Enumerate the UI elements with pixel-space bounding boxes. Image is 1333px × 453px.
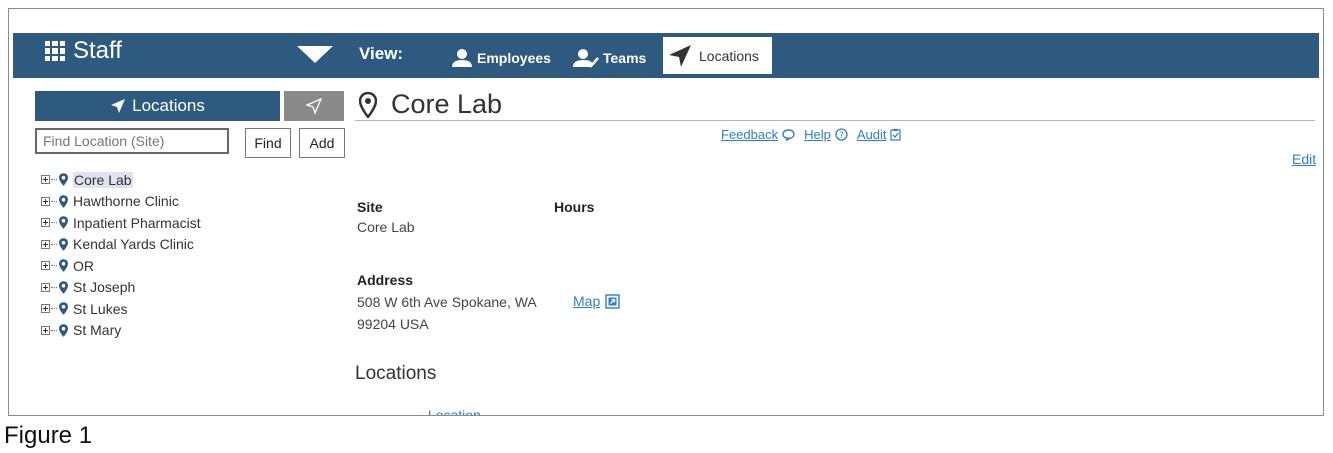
tree-item-label: Hawthorne Clinic	[73, 193, 179, 210]
help-link[interactable]: Help	[804, 127, 831, 142]
tab-locations-label: Locations	[699, 47, 759, 64]
map-link-label: Map	[573, 293, 601, 309]
utility-links: Feedback Help ? Audit	[721, 127, 910, 142]
location-arrow-icon	[669, 44, 691, 67]
app-title: Staff	[73, 37, 122, 64]
map-link[interactable]: Map	[573, 293, 620, 309]
figure-caption: Figure 1	[4, 422, 93, 449]
locations-heading: Locations	[355, 363, 437, 384]
view-label: View:	[359, 44, 404, 63]
tree-item-inpatient-pharmacist[interactable]: Inpatient Pharmacist	[41, 212, 201, 234]
tree-item-label: Kendal Yards Clinic	[73, 236, 194, 253]
sort-up-icon: ▲	[419, 412, 428, 415]
tree-item-st-lukes[interactable]: St Lukes	[41, 298, 201, 320]
tab-teams-label: Teams	[603, 50, 647, 66]
grid-icon	[45, 41, 65, 61]
expand-icon[interactable]	[41, 304, 50, 314]
location-column-header[interactable]: ▲Location	[419, 407, 481, 416]
tab-employees-label: Employees	[477, 50, 551, 66]
tree-item-label: St Lukes	[73, 300, 128, 317]
svg-text:?: ?	[839, 131, 844, 141]
expand-icon[interactable]	[41, 282, 50, 292]
tab-teams[interactable]: Teams	[573, 41, 646, 75]
edit-link[interactable]: Edit	[1292, 151, 1316, 167]
find-button[interactable]: Find	[245, 128, 291, 158]
speech-bubble-icon[interactable]	[782, 128, 795, 141]
tree-item-label: OR	[73, 257, 94, 274]
app-frame: Staff View: Employees Teams Locations Lo…	[8, 8, 1324, 416]
map-pin-icon	[59, 323, 68, 337]
location-tree: Core Lab Hawthorne Clinic Inpatient Phar…	[41, 169, 201, 341]
expand-icon[interactable]	[41, 218, 50, 228]
app-dropdown-icon[interactable]	[297, 46, 333, 63]
page-title-text: Core Lab	[391, 89, 503, 119]
app-menu[interactable]: Staff	[45, 37, 122, 65]
expand-icon[interactable]	[41, 175, 50, 185]
expand-icon[interactable]	[41, 325, 50, 335]
address-line-2: 99204 USA	[357, 316, 429, 332]
tree-item-st-joseph[interactable]: St Joseph	[41, 277, 201, 299]
tree-item-hawthorne-clinic[interactable]: Hawthorne Clinic	[41, 191, 201, 213]
location-search-input[interactable]	[35, 128, 229, 154]
tab-locations[interactable]: Locations	[663, 37, 772, 74]
site-label: Site	[357, 199, 383, 215]
audit-link[interactable]: Audit	[857, 127, 887, 142]
help-circle-icon[interactable]: ?	[835, 128, 848, 141]
external-link-icon	[605, 293, 620, 309]
address-label: Address	[357, 272, 414, 288]
site-value: Core Lab	[357, 219, 415, 235]
tree-item-st-mary[interactable]: St Mary	[41, 320, 201, 342]
location-arrow-icon	[111, 99, 126, 113]
add-button[interactable]: Add	[299, 128, 345, 158]
person-icon	[452, 49, 472, 67]
clipboard-check-icon[interactable]	[890, 128, 902, 141]
person-check-icon	[573, 49, 599, 68]
page-title: Core Lab	[359, 89, 502, 120]
tree-item-label: Inpatient Pharmacist	[73, 214, 201, 231]
map-pin-icon	[59, 259, 68, 273]
map-pin-icon	[59, 194, 68, 208]
tree-item-or[interactable]: OR	[41, 255, 201, 277]
locations-button[interactable]: Locations	[35, 91, 280, 121]
feedback-link[interactable]: Feedback	[721, 127, 778, 142]
tree-item-core-lab[interactable]: Core Lab	[41, 169, 201, 191]
map-pin-icon	[59, 280, 68, 294]
map-pin-icon	[59, 173, 68, 187]
expand-icon[interactable]	[41, 196, 50, 206]
expand-icon[interactable]	[41, 261, 50, 271]
map-pin-icon	[59, 237, 68, 251]
nearby-locations-button[interactable]	[284, 91, 344, 121]
expand-icon[interactable]	[41, 239, 50, 249]
tree-item-label: Core Lab	[73, 171, 133, 188]
top-navbar: Staff View: Employees Teams Locations	[13, 33, 1319, 78]
tab-employees[interactable]: Employees	[451, 41, 551, 75]
tree-item-kendal-yards-clinic[interactable]: Kendal Yards Clinic	[41, 234, 201, 256]
map-pin-icon	[359, 91, 377, 118]
hours-label: Hours	[554, 199, 595, 215]
map-pin-icon	[59, 302, 68, 316]
locations-button-label: Locations	[132, 96, 205, 115]
map-pin-icon	[59, 216, 68, 230]
location-column-label: Location	[427, 407, 481, 416]
title-divider	[355, 120, 1315, 121]
tree-item-label: St Mary	[73, 322, 122, 339]
address-line-1: 508 W 6th Ave Spokane, WA	[357, 294, 537, 310]
location-arrow-outline-icon	[305, 97, 323, 115]
tree-item-label: St Joseph	[73, 279, 136, 296]
